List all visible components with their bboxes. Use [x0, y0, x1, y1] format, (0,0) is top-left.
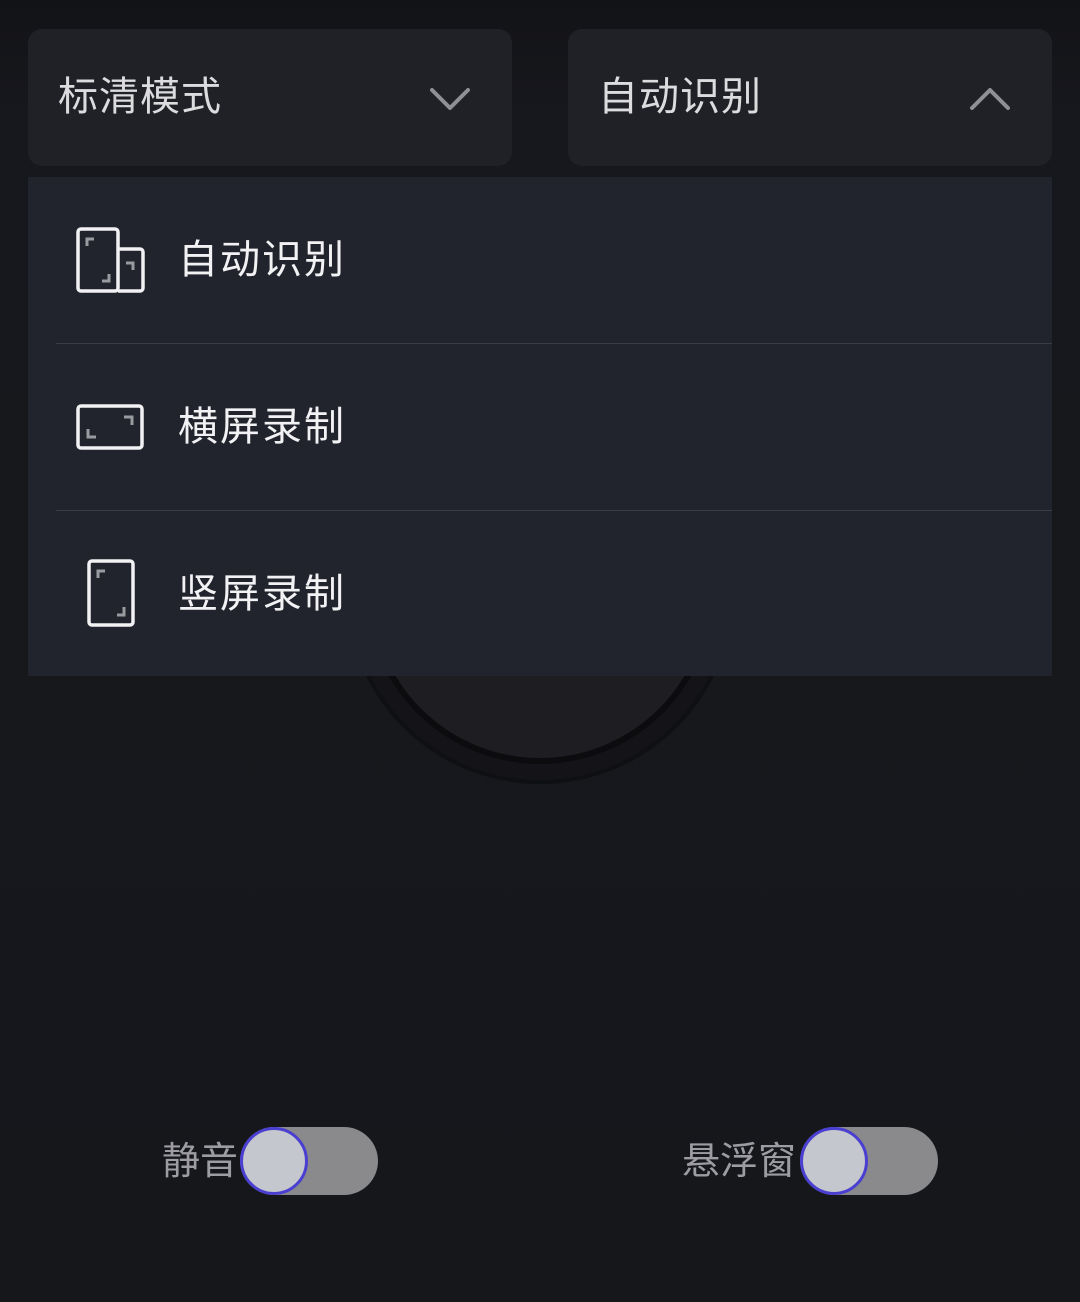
menu-option-label: 自动识别 — [178, 237, 346, 283]
menu-option-portrait[interactable]: 竖屏录制 — [28, 511, 1052, 677]
floating-window-toggle-row: 悬浮窗 — [682, 1126, 938, 1196]
mute-switch[interactable] — [240, 1127, 378, 1195]
orientation-value: 自动识别 — [598, 74, 762, 120]
orientation-select[interactable]: 自动识别 — [568, 29, 1052, 166]
menu-option-landscape[interactable]: 横屏录制 — [28, 344, 1052, 510]
chevron-up-icon — [970, 87, 1010, 110]
quality-mode-select[interactable]: 标清模式 — [28, 29, 512, 166]
floating-window-switch[interactable] — [800, 1127, 938, 1195]
menu-option-label: 横屏录制 — [178, 404, 346, 450]
switch-knob — [240, 1127, 308, 1195]
landscape-icon — [76, 404, 144, 450]
mute-toggle-row: 静音 — [162, 1126, 378, 1196]
floating-window-label: 悬浮窗 — [682, 1139, 797, 1183]
portrait-icon — [87, 559, 135, 627]
quality-mode-value: 标清模式 — [58, 74, 222, 120]
orientation-dropdown-menu: 自动识别 横屏录制 竖屏录制 — [28, 177, 1052, 676]
menu-option-auto-detect[interactable]: 自动识别 — [28, 177, 1052, 343]
switch-knob — [800, 1127, 868, 1195]
menu-option-label: 竖屏录制 — [178, 571, 346, 617]
mute-label: 静音 — [162, 1139, 239, 1183]
auto-rotate-icon — [76, 227, 145, 293]
chevron-down-icon — [430, 87, 470, 110]
